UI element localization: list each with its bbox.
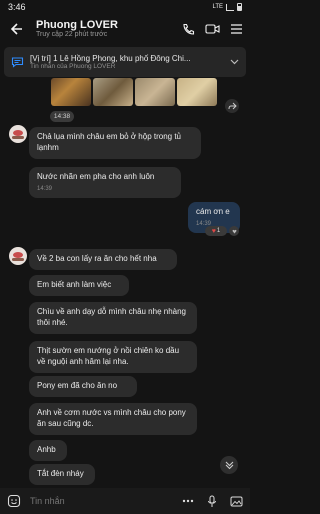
scroll-to-bottom-button[interactable] [220, 456, 238, 474]
contact-name: Phuong LOVER [36, 18, 118, 31]
phone-call-icon[interactable] [180, 21, 196, 37]
more-options-icon[interactable] [180, 493, 196, 509]
photo-thumbnail[interactable] [135, 78, 175, 106]
menu-icon[interactable] [228, 21, 244, 37]
photo-thumbnail[interactable] [51, 78, 91, 106]
photo-album[interactable] [51, 78, 217, 106]
message-bubble[interactable]: Anh về cơm nước vs mình châu cho pony ăn… [29, 403, 197, 435]
contact-info[interactable]: Phuong LOVER Truy cập 22 phút trước [36, 18, 180, 39]
heart-icon: ♥ [211, 227, 216, 235]
last-seen: Truy cập 22 phút trước [36, 31, 108, 39]
chevron-down-icon[interactable] [228, 58, 240, 67]
message-bubble[interactable]: Nước nhãn em pha cho anh luôn 14:39 [29, 167, 181, 198]
message-bubble[interactable]: Em biết anh làm việc [29, 275, 129, 296]
message-bubble-icon [10, 55, 24, 69]
share-icon[interactable] [225, 99, 239, 113]
message-bubble[interactable]: Chìu về anh dạy dỗ mình châu nhẹ nhàng t… [29, 302, 197, 334]
message-text: Em biết anh làm việc [37, 280, 112, 289]
status-icons: LTE [212, 3, 242, 11]
battery-icon [237, 3, 242, 11]
message-bubble[interactable]: Thịt sườn em nướng ở nồi chiên ko dầu về… [29, 341, 197, 373]
message-time: 14:39 [37, 185, 53, 192]
message-text: Nước nhãn em pha cho anh luôn [37, 172, 155, 181]
message-text: Anhb [37, 445, 56, 454]
status-bar: 3:46 LTE [0, 0, 250, 14]
microphone-icon[interactable] [204, 493, 220, 509]
message-composer [0, 488, 250, 514]
signal-icon [226, 3, 234, 11]
message-bubble[interactable]: Pony em đã cho ăn no [29, 376, 137, 397]
avatar[interactable] [9, 247, 27, 265]
pinned-subtitle: Tin nhắn của Phuong LOVER [30, 62, 116, 70]
message-bubble[interactable]: Anhb [29, 440, 67, 461]
back-arrow-icon[interactable] [6, 19, 26, 39]
sticker-icon[interactable] [6, 493, 22, 509]
message-text: Chả lụa mình châu em bỏ ở hộp trong tủ l… [37, 132, 181, 152]
message-text: Thịt sườn em nướng ở nồi chiên ko dầu về… [37, 346, 180, 366]
pinned-message[interactable]: [Vị trí] 1 Lê Hồng Phong, khu phố Đông C… [4, 47, 246, 77]
photo-thumbnail[interactable] [177, 78, 217, 106]
pinned-title: [Vị trí] 1 Lê Hồng Phong, khu phố Đông C… [30, 53, 191, 63]
video-call-icon[interactable] [204, 21, 220, 37]
message-bubble[interactable]: Tắt đèn nháy [29, 464, 95, 485]
message-input[interactable] [30, 496, 180, 506]
message-text: Pony em đã cho ăn no [37, 381, 118, 390]
network-label: LTE [212, 4, 223, 10]
message-text: cám ơn e [196, 207, 230, 216]
chat-header: Phuong LOVER Truy cập 22 phút trước [0, 14, 250, 44]
message-text: Tắt đèn nháy [37, 469, 84, 478]
reaction-count: 1 [216, 228, 221, 234]
timestamp-pill: 14:38 [50, 111, 74, 122]
reaction-badge[interactable]: ♥ 1 [205, 226, 227, 236]
add-reaction-icon[interactable] [229, 226, 239, 236]
message-text: Anh về cơm nước vs mình châu cho pony ăn… [37, 408, 186, 428]
image-icon[interactable] [228, 493, 244, 509]
clock: 3:46 [8, 2, 26, 12]
avatar[interactable] [9, 125, 27, 143]
message-text: Về 2 ba con lấy ra ăn cho hết nha [37, 254, 157, 263]
photo-thumbnail[interactable] [93, 78, 133, 106]
message-text: Chìu về anh dạy dỗ mình châu nhẹ nhàng t… [37, 307, 186, 327]
message-bubble[interactable]: Chả lụa mình châu em bỏ ở hộp trong tủ l… [29, 127, 201, 159]
message-bubble[interactable]: Về 2 ba con lấy ra ăn cho hết nha [29, 249, 177, 270]
